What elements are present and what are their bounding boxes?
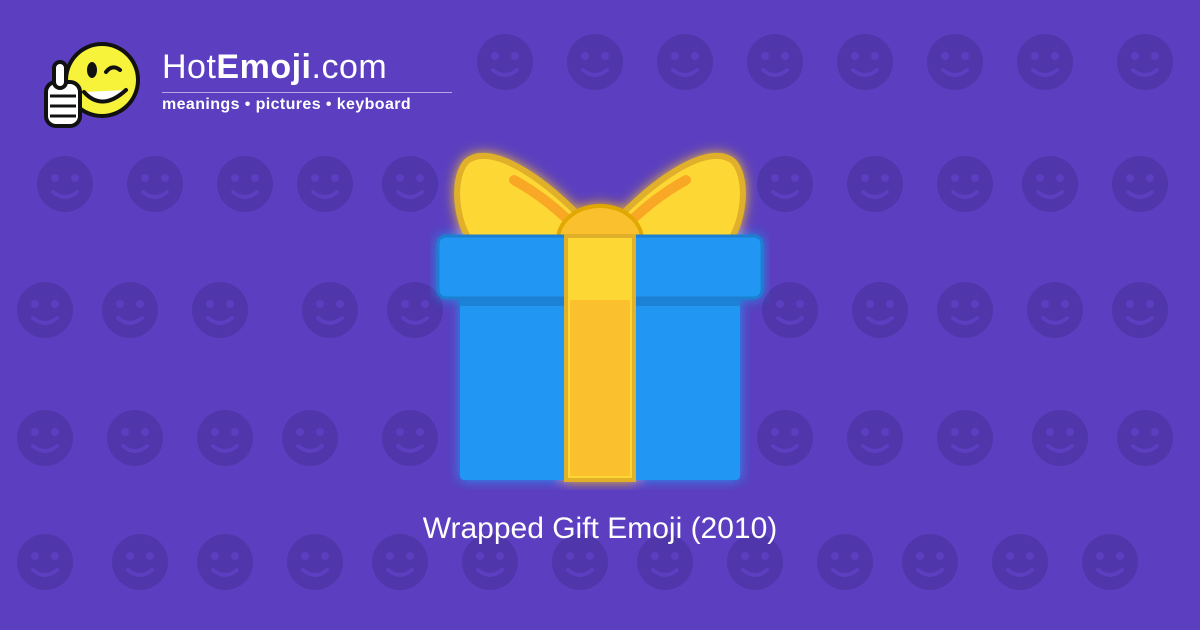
thumbs-up-smiley-icon	[44, 42, 140, 128]
emoji-caption: Wrapped Gift Emoji (2010)	[422, 512, 778, 545]
site-tagline: meanings • pictures • keyboard	[162, 96, 412, 113]
wrapped-gift-icon	[436, 152, 764, 482]
site-logo[interactable]: HotEmoji.com meanings • pictures • keybo…	[40, 34, 460, 134]
logo-divider	[162, 92, 452, 93]
site-name: HotEmoji.com	[162, 48, 388, 86]
